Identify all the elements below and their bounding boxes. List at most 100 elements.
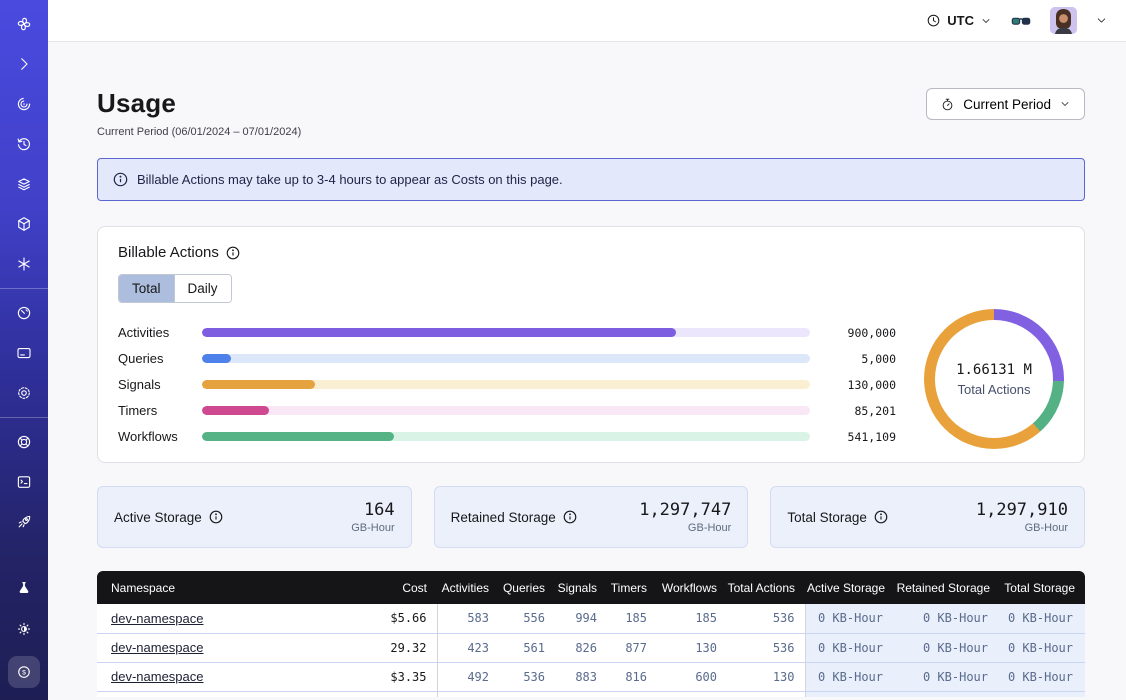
sidebar-group-account [0,288,48,417]
table-row: dev-namespace 29.32 423 561 826 877 130 … [97,633,1085,662]
cell-retained-storage: 0 KB-Hour [895,604,1000,633]
storage-card-value-block: 164 GB-Hour [351,500,394,534]
billing-card-icon[interactable] [10,339,38,367]
cell-activities: 492 [437,662,499,691]
page-title: Usage [97,88,301,119]
support-lifering-icon[interactable] [10,428,38,456]
bar-row-workflows: Workflows 541,109 [118,426,896,447]
title-row: Usage Current Period (06/01/2024 – 07/01… [97,88,1085,138]
col-active-storage: Active Storage [805,571,895,604]
namespace-link[interactable]: dev-namespace [111,611,204,626]
storage-unit: GB-Hour [976,522,1068,534]
sidebar-group-bottom: $ [0,564,48,700]
storage-value: 164 [351,500,394,520]
cell-timers: 816 [607,662,657,691]
donut-center: 1.66131 M Total Actions [935,320,1053,438]
cell-active-storage: 0 KB-Hour [805,662,895,691]
storage-value: 1,297,747 [639,500,731,520]
deployments-cube-icon[interactable] [10,210,38,238]
workflows-layers-icon[interactable] [10,170,38,198]
col-signals: Signals [555,571,607,604]
cell-queries: 556 [499,604,555,633]
bar-row-timers: Timers 85,201 [118,400,896,421]
namespaces-icon[interactable] [10,90,38,118]
cell-queries: 536 [499,662,555,691]
bar-label: Queries [118,351,188,366]
bar-fill [202,406,269,415]
info-banner-text: Billable Actions may take up to 3-4 hour… [137,172,563,187]
period-selector-button[interactable]: Current Period [926,88,1085,120]
bar-label: Signals [118,377,188,392]
topbar: UTC [48,0,1126,42]
theme-toggle-sun-icon[interactable] [10,615,38,643]
credits-coin-button[interactable]: $ [8,656,40,688]
nexus-asterisk-icon[interactable] [10,250,38,278]
cell-signals: 994 [555,604,607,633]
bar-fill [202,328,676,337]
info-icon[interactable] [563,510,577,524]
feedback-terminal-icon[interactable] [10,468,38,496]
cell-total-storage: 0 KB-Hour [1000,633,1085,662]
cell-cost: 29.32 [367,633,437,662]
bar-value: 85,201 [824,404,896,418]
storage-card-label: Total Storage [787,510,888,525]
storage-unit: GB-Hour [351,522,394,534]
storage-label-text: Retained Storage [451,510,556,525]
cell-total-storage: 0 KB-Hour [1000,662,1085,691]
bar-fill [202,380,315,389]
col-activities: Activities [437,571,499,604]
cell-total-storage: 0 KB-Hour [1000,604,1085,633]
collapse-chevron-icon[interactable] [10,50,38,78]
cell-workflows: 130 [657,633,727,662]
billable-actions-bar-chart: Activities 900,000 Queries 5,000 Signals… [118,322,896,447]
namespace-usage-table: Namespace Cost Activities Queries Signal… [97,571,1085,697]
settings-gear-icon[interactable] [10,379,38,407]
bar-row-activities: Activities 900,000 [118,322,896,343]
storage-card-value-block: 1,297,910 GB-Hour [976,500,1068,534]
account-menu-chevron[interactable] [1095,14,1108,27]
cell-cost: $3.35 [367,662,437,691]
cell-signals: 826 [555,633,607,662]
cell-retained-storage: 0 KB-Hour [895,662,1000,691]
bar-value: 130,000 [824,378,896,392]
billable-actions-title: Billable Actions [118,244,1064,261]
storage-label-text: Total Storage [787,510,867,525]
namespace-link[interactable]: dev-namespace [111,669,204,684]
stopwatch-icon [940,97,955,112]
bar-fill [202,432,394,441]
info-icon[interactable] [226,246,240,260]
schedules-icon[interactable] [10,130,38,158]
storage-value: 1,297,910 [976,500,1068,520]
info-icon[interactable] [874,510,888,524]
timezone-selector[interactable]: UTC [926,13,992,28]
cell-workflows: 600 [657,662,727,691]
usage-gauge-icon[interactable] [10,299,38,327]
cell-cost: $5.66 [367,604,437,633]
reader-glasses-icon[interactable] [1010,10,1032,32]
col-namespace: Namespace [97,571,367,604]
namespace-link[interactable]: dev-namespace [111,640,204,655]
temporal-logo-icon[interactable] [10,10,38,38]
clock-icon [926,13,941,28]
storage-card-value-block: 1,297,747 GB-Hour [639,500,731,534]
billable-actions-title-text: Billable Actions [118,244,219,261]
cell-active-storage: 0 KB-Hour [805,633,895,662]
cell-activities: 423 [437,633,499,662]
table-header: Namespace Cost Activities Queries Signal… [97,571,1085,604]
table-row: dev-namespace $5.66 583 556 994 185 185 … [97,604,1085,633]
col-timers: Timers [607,571,657,604]
main-content: Usage Current Period (06/01/2024 – 07/01… [48,42,1126,700]
tab-daily[interactable]: Daily [174,275,231,302]
user-avatar[interactable] [1050,7,1077,34]
cell-activities: 583 [437,604,499,633]
cell-timers: 877 [607,633,657,662]
labs-flask-icon[interactable] [10,574,38,602]
total-storage-card: Total Storage 1,297,910 GB-Hour [770,486,1085,548]
tab-total[interactable]: Total [119,275,174,302]
col-total-storage: Total Storage [1000,571,1085,604]
table-row-partial [97,691,1085,697]
storage-card-label: Active Storage [114,510,223,525]
info-icon[interactable] [209,510,223,524]
bar-value: 5,000 [824,352,896,366]
getting-started-rocket-icon[interactable] [10,508,38,536]
